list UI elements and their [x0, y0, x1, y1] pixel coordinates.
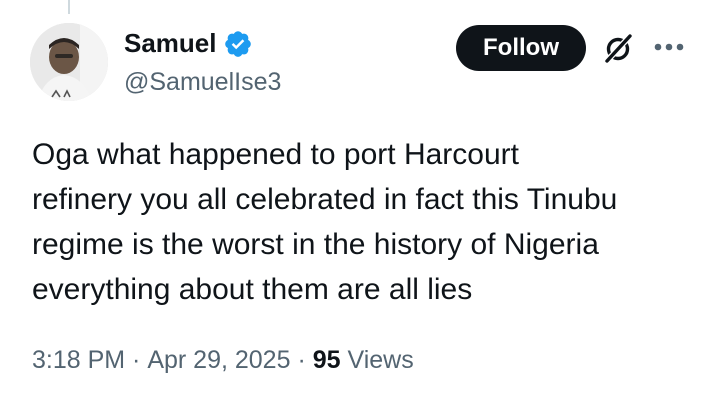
more-dots-icon[interactable]	[648, 28, 690, 64]
tweet-text: Oga what happened to port Harcourt refin…	[32, 138, 618, 306]
tweet-time[interactable]: 3:18 PM	[32, 346, 125, 375]
avatar-image	[30, 23, 108, 101]
author-name-row: Samuel	[124, 28, 253, 59]
meta-separator: ·	[290, 346, 313, 374]
verified-badge-icon	[224, 30, 251, 57]
views-label: Views	[340, 346, 414, 374]
views-count: 95	[312, 346, 341, 374]
meta-separator: ·	[125, 346, 148, 374]
thread-connector-line	[68, 0, 70, 14]
grok-icon[interactable]	[600, 30, 636, 66]
display-name[interactable]: Samuel	[124, 28, 217, 59]
tweet-date[interactable]: Apr 29, 2025	[147, 346, 290, 375]
avatar[interactable]	[30, 23, 108, 101]
author-handle[interactable]: @SamuelIse3	[124, 68, 281, 97]
tweet-meta: 3:18 PM · Apr 29, 2025 · 95 Views	[32, 346, 414, 375]
follow-button[interactable]: Follow	[456, 25, 586, 71]
